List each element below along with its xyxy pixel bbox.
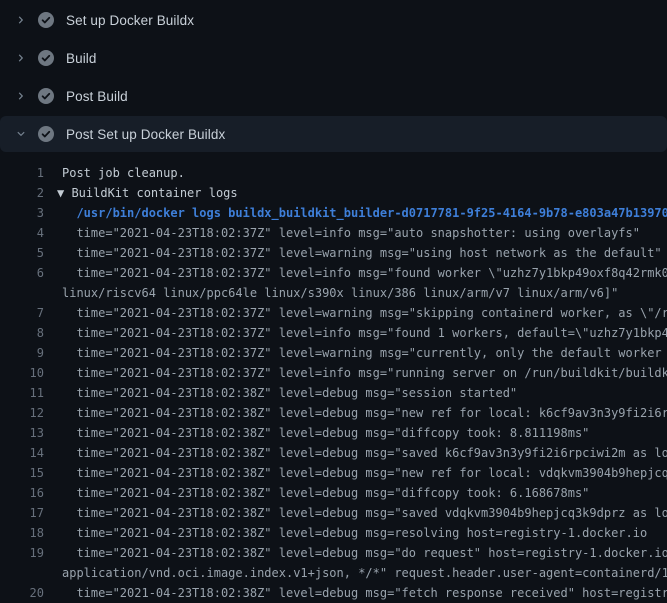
step-title: Build	[66, 51, 97, 66]
log-row: 6 time="2021-04-23T18:02:37Z" level=info…	[0, 263, 667, 283]
line-number[interactable]: 20	[0, 583, 44, 603]
log-row: 7 time="2021-04-23T18:02:37Z" level=warn…	[0, 303, 667, 323]
line-number[interactable]: 7	[0, 303, 44, 323]
line-number[interactable]: 17	[0, 503, 44, 523]
log-row: 18 time="2021-04-23T18:02:38Z" level=deb…	[0, 523, 667, 543]
line-number[interactable]: 13	[0, 423, 44, 443]
log-row: 12 time="2021-04-23T18:02:38Z" level=deb…	[0, 403, 667, 423]
log-text: time="2021-04-23T18:02:37Z" level=warnin…	[62, 243, 662, 263]
step-header[interactable]: Build	[0, 40, 667, 76]
line-number[interactable]: 5	[0, 243, 44, 263]
log-row: 3 /usr/bin/docker logs buildx_buildkit_b…	[0, 203, 667, 223]
line-number[interactable]: 12	[0, 403, 44, 423]
log-lines: 1 Post job cleanup. 2 ▼ BuildKit contain…	[0, 154, 667, 603]
log-text[interactable]: ▼ BuildKit container logs	[57, 183, 238, 203]
check-circle-icon	[38, 126, 54, 142]
chevron-right-icon	[13, 88, 29, 104]
chevron-right-icon	[13, 12, 29, 28]
log-text: time="2021-04-23T18:02:37Z" level=warnin…	[62, 343, 667, 363]
log-text: application/vnd.oci.image.index.v1+json,…	[62, 563, 667, 583]
log-text: time="2021-04-23T18:02:37Z" level=warnin…	[62, 303, 667, 323]
log-command-text: /usr/bin/docker logs buildx_buildkit_bui…	[62, 203, 667, 223]
log-row: 15 time="2021-04-23T18:02:38Z" level=deb…	[0, 463, 667, 483]
log-row: linux/riscv64 linux/ppc64le linux/s390x …	[0, 283, 667, 303]
log-text: time="2021-04-23T18:02:38Z" level=debug …	[62, 543, 667, 563]
line-number[interactable]: 3	[0, 203, 44, 223]
log-row: 14 time="2021-04-23T18:02:38Z" level=deb…	[0, 443, 667, 463]
line-number[interactable]: 4	[0, 223, 44, 243]
log-text: time="2021-04-23T18:02:37Z" level=info m…	[62, 263, 667, 283]
log-row: 4 time="2021-04-23T18:02:37Z" level=info…	[0, 223, 667, 243]
step-title: Set up Docker Buildx	[66, 13, 194, 28]
log-row: 9 time="2021-04-23T18:02:37Z" level=warn…	[0, 343, 667, 363]
steps-list: Set up Docker Buildx Build Post Buil	[0, 2, 667, 152]
log-text: time="2021-04-23T18:02:38Z" level=debug …	[62, 523, 647, 543]
line-number[interactable]: 14	[0, 443, 44, 463]
log-row: 13 time="2021-04-23T18:02:38Z" level=deb…	[0, 423, 667, 443]
log-text: time="2021-04-23T18:02:38Z" level=debug …	[62, 423, 589, 443]
log-text: time="2021-04-23T18:02:37Z" level=info m…	[62, 323, 667, 343]
log-text: time="2021-04-23T18:02:38Z" level=debug …	[62, 583, 667, 603]
line-number[interactable]: 2	[0, 183, 44, 203]
check-circle-icon	[38, 50, 54, 66]
step-title: Post Set up Docker Buildx	[66, 127, 225, 142]
log-row: 8 time="2021-04-23T18:02:37Z" level=info…	[0, 323, 667, 343]
log-text: time="2021-04-23T18:02:37Z" level=info m…	[62, 223, 640, 243]
log-row: 10 time="2021-04-23T18:02:37Z" level=inf…	[0, 363, 667, 383]
log-row: application/vnd.oci.image.index.v1+json,…	[0, 563, 667, 583]
line-number[interactable]: 18	[0, 523, 44, 543]
line-number[interactable]: 16	[0, 483, 44, 503]
check-circle-icon	[38, 88, 54, 104]
line-number[interactable]: 1	[0, 163, 44, 183]
line-number[interactable]	[0, 283, 44, 303]
log-row: 19 time="2021-04-23T18:02:38Z" level=deb…	[0, 543, 667, 563]
step-title: Post Build	[66, 89, 128, 104]
line-number[interactable]: 8	[0, 323, 44, 343]
log-row: 5 time="2021-04-23T18:02:37Z" level=warn…	[0, 243, 667, 263]
log-text: time="2021-04-23T18:02:37Z" level=info m…	[62, 363, 667, 383]
chevron-right-icon	[13, 50, 29, 66]
log-text: time="2021-04-23T18:02:38Z" level=debug …	[62, 483, 589, 503]
line-number[interactable]: 15	[0, 463, 44, 483]
log-text: time="2021-04-23T18:02:38Z" level=debug …	[62, 463, 667, 483]
log-text: linux/riscv64 linux/ppc64le linux/s390x …	[62, 283, 618, 303]
log-row: 16 time="2021-04-23T18:02:38Z" level=deb…	[0, 483, 667, 503]
log-row: 20 time="2021-04-23T18:02:38Z" level=deb…	[0, 583, 667, 603]
log-row: 1 Post job cleanup.	[0, 163, 667, 183]
line-number[interactable]: 6	[0, 263, 44, 283]
actions-log-viewer: Set up Docker Buildx Build Post Buil	[0, 2, 667, 602]
log-text: time="2021-04-23T18:02:38Z" level=debug …	[62, 403, 667, 423]
line-number[interactable]: 10	[0, 363, 44, 383]
log-text: Post job cleanup.	[62, 163, 185, 183]
log-text: time="2021-04-23T18:02:38Z" level=debug …	[62, 383, 517, 403]
log-row: 17 time="2021-04-23T18:02:38Z" level=deb…	[0, 503, 667, 523]
chevron-down-icon	[13, 126, 29, 142]
step-header[interactable]: Set up Docker Buildx	[0, 2, 667, 38]
step-header[interactable]: Post Build	[0, 78, 667, 114]
log-row: 2 ▼ BuildKit container logs	[0, 183, 667, 203]
line-number[interactable]: 9	[0, 343, 44, 363]
line-number[interactable]: 11	[0, 383, 44, 403]
line-number[interactable]	[0, 563, 44, 583]
log-text: time="2021-04-23T18:02:38Z" level=debug …	[62, 443, 667, 463]
log-text: time="2021-04-23T18:02:38Z" level=debug …	[62, 503, 667, 523]
step-header[interactable]: Post Set up Docker Buildx	[0, 116, 667, 152]
log-row: 11 time="2021-04-23T18:02:38Z" level=deb…	[0, 383, 667, 403]
check-circle-icon	[38, 12, 54, 28]
line-number[interactable]: 19	[0, 543, 44, 563]
